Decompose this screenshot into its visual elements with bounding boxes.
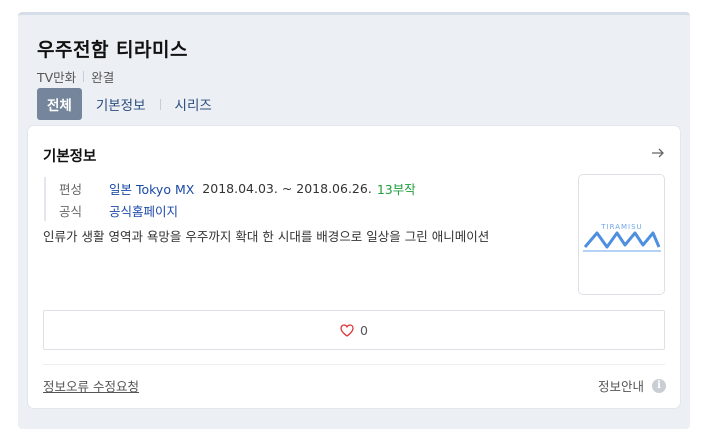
- media-type: TV만화: [37, 70, 77, 85]
- poster-logo-text: TIRAMISU: [600, 223, 642, 231]
- anime-info-panel: 우주전함 티라미스 TV만화 완결 전체 기본정보 시리즈 기본정보 편성 일본…: [18, 12, 690, 429]
- info-rows: 편성 일본 Tokyo MX 2018.04.03. ~ 2018.06.26.…: [44, 177, 416, 221]
- official-row: 공식 공식홈페이지: [59, 199, 416, 221]
- broadcast-period: 2018.04.03. ~ 2018.06.26.: [202, 180, 372, 196]
- card-title: 기본정보: [43, 149, 97, 165]
- broadcast-row: 편성 일본 Tokyo MX 2018.04.03. ~ 2018.06.26.…: [59, 177, 416, 199]
- tab-separator: [159, 98, 161, 110]
- poster-thumbnail[interactable]: TIRAMISU: [578, 174, 665, 295]
- tab-all[interactable]: 전체: [37, 88, 82, 120]
- poster-logo: TIRAMISU: [582, 223, 661, 252]
- info-icon: i: [652, 378, 666, 393]
- broadcast-label: 편성: [59, 181, 83, 197]
- broadcast-status: 완결: [91, 70, 115, 85]
- episode-count: 13부작: [376, 181, 416, 197]
- info-guide-link[interactable]: 정보안내 i: [598, 376, 666, 395]
- footer-divider: [43, 364, 665, 365]
- like-button[interactable]: 0: [43, 310, 665, 350]
- channel-link[interactable]: 일본 Tokyo MX: [109, 179, 194, 198]
- like-count: 0: [360, 322, 368, 338]
- page-title: 우주전함 티라미스: [37, 39, 188, 61]
- meta-separator: [83, 71, 85, 82]
- official-site-link[interactable]: 공식홈페이지: [109, 201, 178, 220]
- report-error-link[interactable]: 정보오류 수정요청: [43, 376, 139, 395]
- official-label: 공식: [59, 203, 83, 219]
- tab-basic-info[interactable]: 기본정보: [96, 88, 146, 120]
- tab-series[interactable]: 시리즈: [175, 88, 212, 120]
- tab-bar: 전체 기본정보 시리즈: [37, 88, 212, 120]
- meta-line: TV만화 완결: [37, 67, 114, 86]
- arrow-right-icon[interactable]: [650, 145, 666, 161]
- heart-icon: [340, 323, 354, 337]
- synopsis: 인류가 생활 영역과 욕망을 우주까지 확대 한 시대를 배경으로 일상을 그린…: [43, 229, 490, 244]
- basic-info-card: 기본정보 편성 일본 Tokyo MX 2018.04.03. ~ 2018.0…: [28, 126, 680, 408]
- info-guide-label: 정보안내: [597, 379, 644, 394]
